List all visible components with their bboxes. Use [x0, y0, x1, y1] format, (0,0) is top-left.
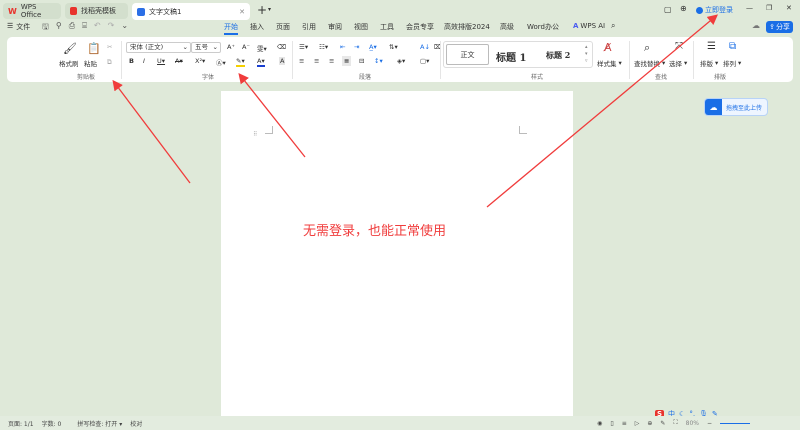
arrow-to-login — [486, 14, 718, 208]
outline-view-icon[interactable]: ≡ — [622, 420, 627, 427]
play-icon[interactable]: ▷ — [635, 420, 640, 427]
status-bar: 页面: 1/1 字数: 0 拼写检查: 打开 ▾ 校对 ◉ ▯ ≡ ▷ ⊕ ✎ … — [0, 416, 800, 430]
arrow-to-clipboard — [112, 79, 191, 184]
page-count[interactable]: 页面: 1/1 — [8, 419, 34, 428]
zoom-out-icon[interactable]: − — [707, 420, 712, 427]
annotation-arrows — [112, 14, 718, 208]
page-view-icon[interactable]: ▯ — [610, 420, 613, 427]
spell-check[interactable]: 拼写检查: 打开 ▾ — [69, 419, 122, 428]
web-view-icon[interactable]: ⊕ — [647, 420, 652, 427]
pen-mode-icon[interactable]: ✎ — [660, 420, 665, 427]
spell-check-label: 拼写检查: 打开 — [77, 420, 118, 428]
zoom-slider[interactable] — [720, 422, 750, 424]
zoom-level[interactable]: 80% — [686, 420, 699, 427]
proofread[interactable]: 校对 — [130, 419, 142, 428]
arrow-to-font — [238, 72, 306, 158]
fit-icon[interactable]: ⛶ — [673, 419, 677, 427]
word-count[interactable]: 字数: 0 — [42, 419, 62, 428]
eye-icon[interactable]: ◉ — [597, 420, 602, 427]
